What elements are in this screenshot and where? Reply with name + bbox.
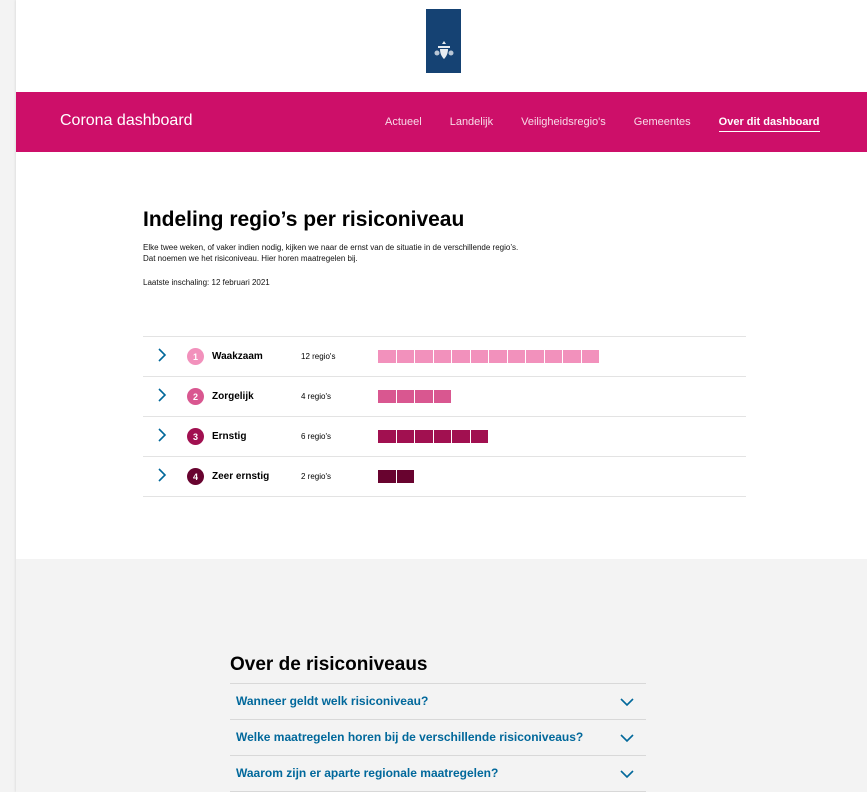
main-content: Indeling regio’s per risiconiveau Elke t… [143, 207, 746, 497]
level-name: Waakzaam [212, 351, 263, 362]
level-blocks [378, 350, 599, 363]
region-block [489, 350, 507, 363]
page: Corona dashboard Actueel Landelijk Veili… [16, 0, 867, 792]
chevron-right-icon [158, 388, 167, 402]
faq-item[interactable]: Wanneer geldt welk risiconiveau? [230, 684, 646, 720]
faq-list: Wanneer geldt welk risiconiveau? Welke m… [230, 683, 646, 792]
page-title: Indeling regio’s per risiconiveau [143, 208, 465, 231]
region-block [378, 470, 396, 483]
level-blocks [378, 390, 451, 403]
nav-link-actueel[interactable]: Actueel [385, 116, 422, 132]
nav-link-gemeentes[interactable]: Gemeentes [634, 116, 691, 132]
region-block [526, 350, 544, 363]
chevron-right-icon [158, 428, 167, 442]
risk-level-row[interactable]: 1 Waakzaam 12 regio's [143, 337, 746, 377]
region-block [452, 350, 470, 363]
region-block [396, 430, 414, 443]
chevron-down-icon [620, 734, 634, 743]
region-block [433, 390, 451, 403]
region-block [581, 350, 599, 363]
logo[interactable] [426, 9, 461, 73]
level-name: Zeer ernstig [212, 471, 270, 482]
region-block [544, 350, 562, 363]
chevron-down-icon [620, 698, 634, 707]
level-count: 6 regio's [301, 432, 331, 441]
level-badge: 1 [187, 348, 204, 365]
level-name: Zorgelijk [212, 391, 254, 402]
crest-icon [434, 41, 453, 59]
risk-level-row[interactable]: 4 Zeer ernstig 2 regio's [143, 457, 746, 497]
intro-text: Elke twee weken, of vaker indien nodig, … [143, 243, 519, 263]
region-block [378, 390, 396, 403]
nav-link-landelijk[interactable]: Landelijk [450, 116, 493, 132]
region-block [396, 470, 414, 483]
faq-item[interactable]: Welke maatregelen horen bij de verschill… [230, 720, 646, 756]
faq-question: Welke maatregelen horen bij de verschill… [236, 730, 584, 744]
level-name: Ernstig [212, 431, 247, 442]
risk-level-list: 1 Waakzaam 12 regio's 2 Zorgelijk 4 regi… [143, 336, 746, 497]
region-block [433, 350, 451, 363]
risk-level-row[interactable]: 3 Ernstig 6 regio's [143, 417, 746, 457]
faq-item[interactable]: Waarom zijn er aparte regionale maatrege… [230, 756, 646, 792]
faq-title: Over de risiconiveaus [230, 654, 428, 675]
region-block [470, 350, 488, 363]
last-update: Laatste inschaling: 12 februari 2021 [143, 278, 270, 287]
region-block [378, 350, 396, 363]
level-blocks [378, 470, 414, 483]
region-block [378, 430, 396, 443]
level-badge: 3 [187, 428, 204, 445]
nav-link-over-dit-dashboard[interactable]: Over dit dashboard [719, 116, 820, 132]
faq-section: Over de risiconiveaus Wanneer geldt welk… [16, 559, 867, 792]
site-brand[interactable]: Corona dashboard [60, 112, 193, 130]
level-blocks [378, 430, 488, 443]
region-block [433, 430, 451, 443]
chevron-down-icon [620, 770, 634, 779]
region-block [415, 390, 433, 403]
region-block [415, 430, 433, 443]
nav-link-veiligheidsregios[interactable]: Veiligheidsregio's [521, 116, 606, 132]
faq-question: Wanneer geldt welk risiconiveau? [236, 694, 429, 708]
region-block [470, 430, 488, 443]
nav-links: Actueel Landelijk Veiligheidsregio's Gem… [385, 116, 820, 132]
top-banner [16, 0, 867, 92]
level-count: 2 regio's [301, 472, 331, 481]
chevron-right-icon [158, 348, 167, 362]
region-block [415, 350, 433, 363]
level-count: 12 regio's [301, 352, 336, 361]
region-block [563, 350, 581, 363]
chevron-right-icon [158, 468, 167, 482]
level-badge: 2 [187, 388, 204, 405]
region-block [396, 350, 414, 363]
region-block [507, 350, 525, 363]
region-block [396, 390, 414, 403]
region-block [452, 430, 470, 443]
risk-level-row[interactable]: 2 Zorgelijk 4 regio's [143, 377, 746, 417]
main-nav: Corona dashboard Actueel Landelijk Veili… [16, 92, 867, 152]
level-badge: 4 [187, 468, 204, 485]
faq-question: Waarom zijn er aparte regionale maatrege… [236, 766, 499, 780]
level-count: 4 regio's [301, 392, 331, 401]
